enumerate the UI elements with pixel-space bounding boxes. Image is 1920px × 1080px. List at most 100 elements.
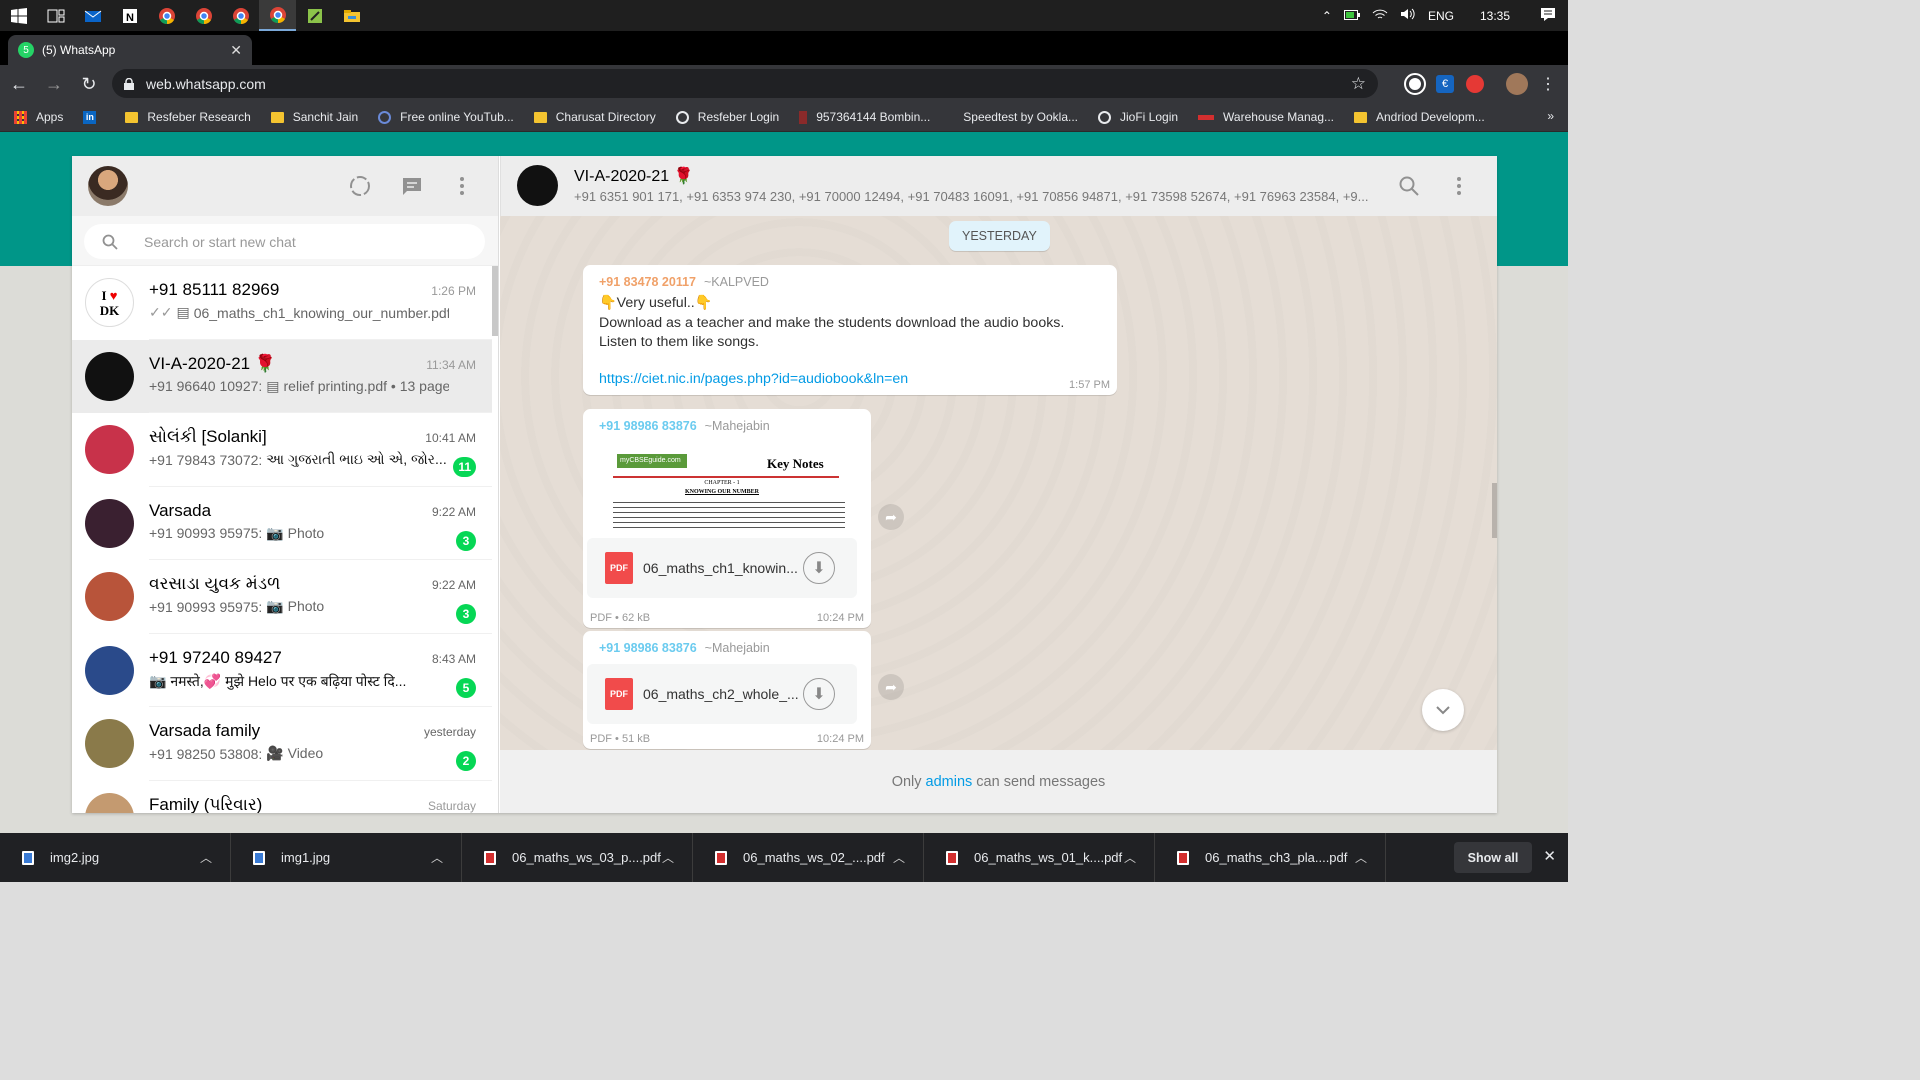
avatar[interactable] xyxy=(517,165,558,206)
new-chat-icon[interactable] xyxy=(400,174,424,198)
bookmark-item[interactable]: 957364144 Bombin... xyxy=(799,110,930,124)
file-explorer-icon[interactable] xyxy=(333,0,370,31)
pdf-attachment[interactable]: PDF 06_maths_ch1_knowin... ⬇ xyxy=(587,538,857,598)
message-bubble[interactable]: +91 98986 83876 ~Mahejabin PDF 06_maths_c… xyxy=(583,631,871,749)
avatar[interactable]: I ♥ DK xyxy=(85,278,134,328)
chat-list-item[interactable]: Varsada 9:22 AM +91 90993 95975: 📷 Photo 3 xyxy=(72,487,492,560)
chrome-icon[interactable] xyxy=(185,0,222,31)
bookmark-item[interactable]: Charusat Directory xyxy=(533,110,656,124)
start-icon[interactable] xyxy=(0,0,37,31)
chevron-up-icon[interactable]: ︿ xyxy=(1355,849,1367,866)
download-item[interactable]: img1.jpg ︿ xyxy=(231,833,462,882)
chevron-up-icon[interactable]: ︿ xyxy=(1124,849,1136,866)
bookmark-item[interactable]: Resfeber Research xyxy=(125,110,251,124)
chat-list-item[interactable]: VI-A-2020-21 🌹 11:34 AM +91 96640 10927: ▤ r… xyxy=(72,339,492,413)
chevron-up-icon[interactable]: ⌃ xyxy=(1322,9,1332,23)
menu-icon[interactable] xyxy=(1447,174,1471,198)
admins-link[interactable]: admins xyxy=(926,774,973,790)
more-bookmarks-icon[interactable]: » xyxy=(1547,109,1554,123)
download-item[interactable]: img2.jpg ︿ xyxy=(0,833,231,882)
profile-avatar[interactable] xyxy=(1506,73,1528,95)
bookmark-item[interactable]: Andriod Developm... xyxy=(1354,110,1485,124)
chat-list-item[interactable]: સોલંકી [Solanki] 10:41 AM +91 79843 73072:… xyxy=(72,413,492,487)
tab-whatsapp[interactable]: 5 (5) WhatsApp ✕ xyxy=(8,35,252,65)
task-view-icon[interactable] xyxy=(37,0,74,31)
reload-icon[interactable]: ↻ xyxy=(73,68,105,100)
download-item[interactable]: 06_maths_ch3_pla....pdf ︿ xyxy=(1155,833,1386,882)
download-item[interactable]: 06_maths_ws_01_k....pdf ︿ xyxy=(924,833,1155,882)
chevron-up-icon[interactable]: ︿ xyxy=(200,849,212,866)
bookmark-item[interactable]: Free online YouTub... xyxy=(378,110,514,124)
bookmark-item[interactable]: Apps xyxy=(14,110,63,124)
group-title[interactable]: VI-A-2020-21 🌹 xyxy=(574,166,694,186)
avatar[interactable] xyxy=(88,166,128,206)
bookmark-item[interactable]: in xyxy=(83,110,105,124)
chrome-icon[interactable] xyxy=(148,0,185,31)
chevron-up-icon[interactable]: ︿ xyxy=(431,849,443,866)
message-link[interactable]: https://ciet.nic.in/pages.php?id=audiobo… xyxy=(599,370,1064,390)
download-icon[interactable]: ⬇ xyxy=(803,552,835,584)
avatar[interactable] xyxy=(85,351,134,401)
avatar[interactable] xyxy=(85,425,134,475)
wifi-icon[interactable] xyxy=(1372,8,1388,23)
status-icon[interactable] xyxy=(348,174,372,198)
speed-extension-icon[interactable] xyxy=(1404,73,1426,95)
avatar[interactable] xyxy=(85,645,134,695)
avatar[interactable] xyxy=(85,719,134,769)
avatar[interactable] xyxy=(85,498,134,548)
address-bar[interactable]: web.whatsapp.com ☆ xyxy=(112,69,1378,98)
search-icon[interactable] xyxy=(1397,174,1421,198)
volume-icon[interactable] xyxy=(1400,8,1416,23)
chat-list-item[interactable]: +91 97240 89427 8:43 AM 📷 नमस्ते,💞 मुझे He… xyxy=(72,634,492,707)
message-sender[interactable]: +91 83478 20117 ~KALPVED xyxy=(599,275,769,289)
message-bubble[interactable]: +91 83478 20117 ~KALPVED 👇Very useful..👇 … xyxy=(583,265,1117,395)
chat-list-item[interactable]: Varsada family yesterday +91 98250 53808: 🎥… xyxy=(72,707,492,781)
scrollbar[interactable] xyxy=(492,266,498,336)
browser-menu-icon[interactable]: ⋮ xyxy=(1540,74,1556,94)
download-icon[interactable]: ⬇ xyxy=(803,678,835,710)
chrome-icon[interactable] xyxy=(222,0,259,31)
close-tab-icon[interactable]: ✕ xyxy=(230,42,242,59)
clock[interactable]: 13:35 xyxy=(1480,9,1510,23)
bookmark-item[interactable]: Resfeber Login xyxy=(675,110,779,124)
forward-icon[interactable]: ➦ xyxy=(878,504,904,530)
download-item[interactable]: 06_maths_ws_02_....pdf ︿ xyxy=(693,833,924,882)
download-item[interactable]: 06_maths_ws_03_p....pdf ︿ xyxy=(462,833,693,882)
files-icon[interactable] xyxy=(296,0,333,31)
bookmark-item[interactable]: Speedtest by Ookla... xyxy=(950,110,1078,124)
avatar[interactable] xyxy=(85,792,134,813)
conversation-header[interactable]: VI-A-2020-21 🌹 +91 6351 901 171, +91 635… xyxy=(500,156,1497,216)
document-preview[interactable]: myCBSEguide.com Key Notes CHAPTER - 1 KN… xyxy=(587,442,857,538)
currency-extension-icon[interactable]: € xyxy=(1436,75,1454,93)
chrome-icon[interactable] xyxy=(259,0,296,31)
adblock-extension-icon[interactable] xyxy=(1466,75,1484,93)
chat-list-item[interactable]: Family (પરિવાર) Saturday xyxy=(72,781,492,813)
bookmark-item[interactable]: JioFi Login xyxy=(1098,110,1178,124)
pdf-attachment[interactable]: PDF 06_maths_ch2_whole_... ⬇ xyxy=(587,664,857,724)
language-indicator[interactable]: ENG xyxy=(1428,9,1454,23)
battery-icon[interactable] xyxy=(1343,9,1360,23)
mail-icon[interactable] xyxy=(74,0,111,31)
menu-icon[interactable] xyxy=(450,174,474,198)
chat-list-item[interactable]: I ♥ DK +91 85111 82969 1:26 PM ✓✓ ▤ 06_maths_c… xyxy=(72,266,492,340)
back-icon[interactable]: ← xyxy=(3,68,35,100)
chat-list-item[interactable]: વરસાડા યુવક મંડળ 9:22 AM +91 90993 95975: 📷… xyxy=(72,560,492,634)
scroll-down-button[interactable] xyxy=(1422,689,1464,731)
chevron-up-icon[interactable]: ︿ xyxy=(662,849,674,866)
show-all-button[interactable]: Show all xyxy=(1454,842,1532,873)
notion-icon[interactable]: N xyxy=(111,0,148,31)
message-bubble[interactable]: +91 98986 83876 ~Mahejabin myCBSEguide.co… xyxy=(583,409,871,628)
chevron-up-icon[interactable]: ︿ xyxy=(893,849,905,866)
avatar[interactable] xyxy=(85,572,134,622)
notifications-icon[interactable] xyxy=(1540,7,1556,25)
search-input[interactable]: Search or start new chat xyxy=(84,224,485,259)
scrollbar[interactable] xyxy=(1492,483,1497,538)
forward-icon[interactable]: → xyxy=(38,68,70,100)
message-sender[interactable]: +91 98986 83876 ~Mahejabin xyxy=(599,641,770,655)
forward-icon[interactable]: ➦ xyxy=(878,674,904,700)
bookmark-item[interactable]: Sanchit Jain xyxy=(270,110,358,124)
bookmark-item[interactable]: Warehouse Manag... xyxy=(1198,110,1334,124)
message-sender[interactable]: +91 98986 83876 ~Mahejabin xyxy=(599,419,770,433)
close-icon[interactable]: ✕ xyxy=(1543,847,1556,865)
bookmark-star-icon[interactable]: ☆ xyxy=(1351,74,1366,94)
